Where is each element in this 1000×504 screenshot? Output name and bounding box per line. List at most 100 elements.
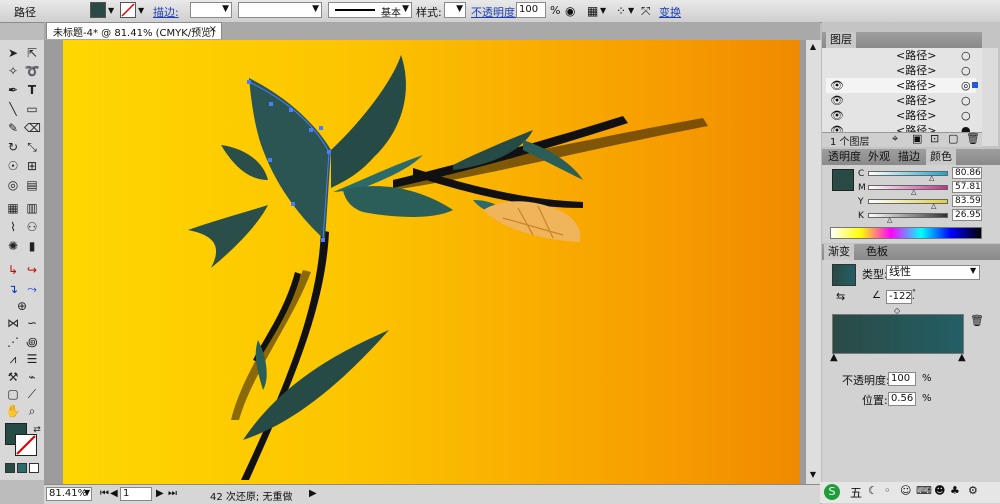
line-tool-icon[interactable]: ╲: [5, 101, 21, 117]
ime-logo[interactable]: S: [824, 484, 840, 500]
mesh-tool-icon[interactable]: ▦: [5, 200, 21, 216]
rectangle-tool-icon[interactable]: ▭: [24, 101, 40, 117]
channel-value-input[interactable]: 26.95: [952, 209, 982, 221]
warp-tool-icon[interactable]: ☉: [5, 158, 21, 174]
magic-wand-tool-icon[interactable]: ✧: [5, 63, 21, 79]
last-page-icon[interactable]: ⏭: [168, 488, 177, 499]
envelope-tool-icon[interactable]: ∽: [24, 315, 40, 331]
punctuation-icon[interactable]: ◦: [884, 484, 891, 497]
channel-slider-thumb[interactable]: △: [911, 188, 916, 196]
gradient-stop-start[interactable]: ▲: [830, 352, 838, 363]
anchor-point-tool-icon[interactable]: ↳: [5, 262, 21, 278]
opacity-input[interactable]: 100: [516, 2, 546, 18]
color-spectrum[interactable]: [830, 227, 982, 239]
perspective-grid-tool-icon[interactable]: ▤: [24, 177, 40, 193]
gradient-slider-bar[interactable]: [832, 314, 964, 354]
swap-colors-icon[interactable]: ⇄: [32, 422, 42, 438]
pen-tool-icon[interactable]: ✒: [5, 82, 21, 98]
prev-page-icon[interactable]: ◀: [110, 488, 118, 499]
add-anchor-tool-icon[interactable]: ↴: [5, 281, 21, 297]
align-icon[interactable]: ▦: [587, 3, 598, 19]
lasso-tool-icon[interactable]: ➰: [24, 63, 40, 79]
new-layer-icon[interactable]: ▢: [948, 132, 958, 145]
chevron-down-icon[interactable]: ▼: [600, 3, 606, 19]
hand-tool-icon[interactable]: ✋: [5, 403, 21, 419]
gradient-stop-end[interactable]: ▲: [958, 352, 966, 363]
channel-slider[interactable]: [868, 213, 948, 218]
direct-selection-tool-icon[interactable]: ⇱: [24, 45, 40, 61]
zoom-tool-icon[interactable]: ⌕: [24, 403, 40, 419]
scroll-up-icon[interactable]: ▲: [808, 42, 818, 52]
gradient-preview-swatch[interactable]: [832, 264, 856, 286]
new-sublayer-icon[interactable]: ⊡: [930, 132, 939, 145]
layer-row[interactable]: <路径> ○: [826, 48, 976, 63]
color-fill-swatch[interactable]: [832, 169, 854, 191]
channel-slider-thumb[interactable]: △: [929, 174, 934, 182]
clipping-mask-icon[interactable]: ▣: [912, 132, 922, 145]
tab-stroke[interactable]: 描边: [894, 149, 924, 165]
delete-stop-icon[interactable]: 🗑: [970, 314, 984, 327]
gradient-mode-icon[interactable]: [17, 463, 27, 473]
chevron-down-icon[interactable]: ▼: [970, 266, 976, 275]
gradient-angle-input[interactable]: -122.: [886, 290, 915, 304]
next-page-icon[interactable]: ▶: [156, 488, 164, 499]
bar-tool-icon[interactable]: ☰: [24, 351, 40, 367]
vertical-scrollbar[interactable]: ▲ ▼: [805, 40, 821, 484]
select-similar-icon[interactable]: ⁘: [616, 3, 626, 19]
chevron-down-icon[interactable]: ▼: [402, 4, 409, 14]
pucker-tool-icon[interactable]: ⋰: [5, 334, 21, 350]
graphic-style-select[interactable]: ▼: [444, 2, 466, 18]
none-mode-icon[interactable]: [29, 463, 39, 473]
stroke-link[interactable]: 描边:: [153, 4, 179, 20]
eye-icon[interactable]: 👁: [830, 108, 844, 123]
midpoint-diamond-icon[interactable]: ◇: [894, 306, 900, 315]
artboard[interactable]: [63, 40, 800, 484]
opacity-link[interactable]: 不透明度:: [471, 4, 519, 20]
target-icon[interactable]: ○: [961, 108, 971, 123]
scale-tool-icon[interactable]: ⤡: [24, 139, 40, 155]
delete-layer-icon[interactable]: 🗑: [966, 132, 980, 145]
channel-slider-thumb[interactable]: △: [931, 202, 936, 210]
target-icon[interactable]: ◎: [961, 78, 971, 93]
stroke-weight-input[interactable]: ▼: [190, 2, 232, 18]
ime-mode-label[interactable]: 五: [850, 484, 862, 501]
selection-tool-icon[interactable]: ➤: [5, 45, 21, 61]
page-input[interactable]: 1: [120, 487, 152, 501]
layer-row[interactable]: 👁 <路径> ◎: [826, 78, 978, 93]
target-icon[interactable]: ○: [961, 93, 971, 108]
chevron-down-icon[interactable]: ▼: [456, 4, 463, 14]
keyboard-icon[interactable]: ⌨: [916, 484, 932, 497]
scroll-down-icon[interactable]: ▼: [808, 470, 818, 480]
close-icon[interactable]: ×: [209, 24, 217, 35]
slice-select-tool-icon[interactable]: ⟋: [24, 386, 40, 402]
free-transform-tool-icon[interactable]: ⊞: [24, 158, 40, 174]
flower-illustration[interactable]: [63, 40, 800, 484]
width-tool-icon[interactable]: ⋈: [5, 315, 21, 331]
type-tool-icon[interactable]: T: [24, 82, 40, 98]
gradient-tool-icon[interactable]: ▥: [24, 200, 40, 216]
channel-value-input[interactable]: 57.81: [952, 181, 982, 193]
settings-icon[interactable]: ⚙: [968, 484, 978, 497]
graph-tool-icon[interactable]: ⩘: [5, 351, 21, 367]
channel-value-input[interactable]: 80.86: [952, 167, 982, 179]
first-page-icon[interactable]: ⏮: [100, 488, 109, 499]
tab-gradient[interactable]: 渐变: [824, 244, 854, 260]
knife-tool-icon[interactable]: ⌁: [24, 369, 40, 385]
layer-row[interactable]: <路径> ○: [826, 63, 976, 78]
color-mode-icon[interactable]: [5, 463, 15, 473]
recolor-icon[interactable]: ◉: [565, 3, 575, 19]
rotate-tool-icon[interactable]: ↻: [5, 139, 21, 155]
tab-layers[interactable]: 图层: [826, 32, 856, 48]
symbol-sprayer-tool-icon[interactable]: ✺: [5, 238, 21, 254]
half-width-icon[interactable]: ☾: [868, 484, 878, 497]
status-menu-icon[interactable]: ▶: [309, 488, 317, 499]
brush-definition-select[interactable]: 基本 ▼: [328, 2, 412, 19]
column-graph-tool-icon[interactable]: ▮: [24, 238, 40, 254]
document-tab[interactable]: 未标题-4* @ 81.41% (CMYK/预览) ×: [46, 22, 222, 39]
chevron-down-icon[interactable]: ▼: [84, 488, 90, 497]
variable-width-select[interactable]: ▼: [238, 2, 322, 18]
chevron-down-icon[interactable]: ▼: [312, 4, 319, 14]
layers-scrollbar[interactable]: [982, 48, 998, 146]
skin-icon[interactable]: ♣: [950, 484, 960, 497]
emoji-icon[interactable]: ☺: [900, 484, 911, 497]
